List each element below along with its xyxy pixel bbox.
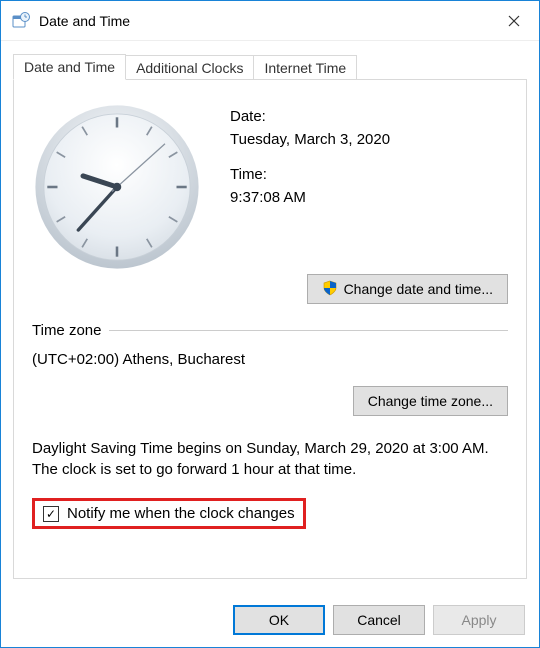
divider-line [109,330,508,331]
ok-button[interactable]: OK [233,605,325,635]
titlebar: Date and Time [1,1,539,41]
date-value: Tuesday, March 3, 2020 [230,131,508,148]
upper-section: Date: Tuesday, March 3, 2020 Time: 9:37:… [32,102,508,272]
content-area: Date and Time Additional Clocks Internet… [1,41,539,591]
shield-icon [322,280,338,299]
change-timezone-button[interactable]: Change time zone... [353,386,508,416]
dst-info-text: Daylight Saving Time begins on Sunday, M… [32,438,508,480]
timezone-section-label: Time zone [32,322,101,339]
close-button[interactable] [489,1,539,41]
tab-additional-clocks[interactable]: Additional Clocks [125,55,254,80]
notify-highlight: ✓ Notify me when the clock changes [32,498,306,529]
cancel-button[interactable]: Cancel [333,605,425,635]
notify-checkbox[interactable]: ✓ [43,506,59,522]
apply-button[interactable]: Apply [433,605,525,635]
change-timezone-label: Change time zone... [368,393,493,409]
change-date-time-label: Change date and time... [344,281,493,297]
timezone-section-header: Time zone [32,322,508,339]
window-title: Date and Time [39,13,130,29]
datetime-app-icon [11,11,31,31]
change-date-time-button[interactable]: Change date and time... [307,274,508,304]
timezone-value: (UTC+02:00) Athens, Bucharest [32,351,508,368]
notify-label: Notify me when the clock changes [67,505,295,522]
tab-internet-time[interactable]: Internet Time [253,55,357,80]
tab-strip: Date and Time Additional Clocks Internet… [13,53,527,79]
datetime-info: Date: Tuesday, March 3, 2020 Time: 9:37:… [230,102,508,272]
analog-clock [32,102,202,272]
date-label: Date: [230,108,508,125]
time-value: 9:37:08 AM [230,189,508,206]
tab-date-and-time[interactable]: Date and Time [13,54,126,80]
tab-panel: Date: Tuesday, March 3, 2020 Time: 9:37:… [13,79,527,579]
dialog-buttons: OK Cancel Apply [233,605,525,635]
time-label: Time: [230,166,508,183]
